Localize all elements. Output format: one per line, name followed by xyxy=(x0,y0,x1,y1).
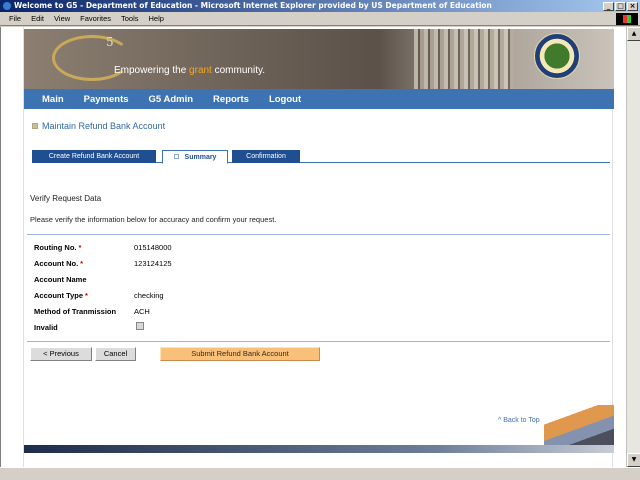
minimize-button[interactable]: _ xyxy=(603,1,614,11)
vertical-scrollbar[interactable]: ▲ ▼ xyxy=(626,27,640,467)
maximize-button[interactable]: □ xyxy=(615,1,626,11)
page-title: Maintain Refund Bank Account xyxy=(32,121,165,131)
back-to-top-link[interactable]: ^ Back to Top xyxy=(498,417,540,424)
nav-g5-admin[interactable]: G5 Admin xyxy=(149,94,194,105)
field-value: 015148000 xyxy=(134,243,172,252)
cancel-button[interactable]: Cancel xyxy=(95,347,136,361)
field-label: Account No. * xyxy=(34,259,84,268)
library-image xyxy=(414,29,514,89)
scroll-up-icon[interactable]: ▲ xyxy=(627,27,640,41)
tab-page-icon xyxy=(173,154,179,159)
verify-instructions: Please verify the information below for … xyxy=(30,215,277,224)
close-button[interactable]: × xyxy=(627,1,638,11)
divider xyxy=(27,234,610,235)
windows-logo-icon xyxy=(616,13,638,25)
ie-icon xyxy=(3,2,11,10)
tab-label: Confirmation xyxy=(246,153,286,160)
department-seal-icon xyxy=(534,33,580,79)
browser-viewport: 5 Empowering the grant community. Main P… xyxy=(0,27,626,467)
field-value: 123124125 xyxy=(134,259,172,268)
divider xyxy=(27,341,610,342)
previous-button[interactable]: < Previous xyxy=(30,347,92,361)
footer-bar xyxy=(24,445,614,453)
field-label: Invalid xyxy=(34,323,58,332)
page-content: 5 Empowering the grant community. Main P… xyxy=(23,27,614,467)
footer-decoration-image xyxy=(544,405,614,445)
tagline: Empowering the grant community. xyxy=(114,65,265,76)
status-bar xyxy=(0,467,640,480)
tagline-post: community. xyxy=(211,65,266,76)
nav-main[interactable]: Main xyxy=(42,94,64,105)
tab-label: Create Refund Bank Account xyxy=(48,153,140,160)
menu-favorites[interactable]: Favorites xyxy=(75,12,116,26)
nav-reports[interactable]: Reports xyxy=(213,94,249,105)
scroll-down-icon[interactable]: ▼ xyxy=(627,453,640,467)
field-label: Routing No. * xyxy=(34,243,82,252)
menu-bar: File Edit View Favorites Tools Help xyxy=(0,12,640,26)
tab-summary[interactable]: Summary xyxy=(162,150,228,164)
submit-refund-bank-account-button[interactable]: Submit Refund Bank Account xyxy=(160,347,320,361)
window-title-bar: Welcome to G5 - Department of Education … xyxy=(0,0,640,12)
tab-label: Summary xyxy=(184,154,217,161)
field-value: checking xyxy=(134,291,164,300)
field-label: Account Type * xyxy=(34,291,88,300)
field-label: Account Name xyxy=(34,275,87,284)
tagline-highlight: grant xyxy=(189,65,212,76)
tab-strip: Create Refund Bank Account Summary Confi… xyxy=(32,150,610,164)
bullet-icon xyxy=(32,123,38,129)
tab-confirmation[interactable]: Confirmation xyxy=(232,150,300,163)
verify-heading: Verify Request Data xyxy=(30,194,102,203)
menu-tools[interactable]: Tools xyxy=(116,12,144,26)
main-nav: Main Payments G5 Admin Reports Logout xyxy=(24,89,614,109)
menu-file[interactable]: File xyxy=(4,12,26,26)
g5-logo-sup: 5 xyxy=(106,35,114,49)
menu-view[interactable]: View xyxy=(49,12,75,26)
field-value: ACH xyxy=(134,307,150,316)
page-title-text: Maintain Refund Bank Account xyxy=(42,121,166,131)
header-banner: 5 Empowering the grant community. xyxy=(24,29,614,89)
nav-logout[interactable]: Logout xyxy=(269,94,301,105)
nav-payments[interactable]: Payments xyxy=(84,94,129,105)
menu-help[interactable]: Help xyxy=(144,12,169,26)
tagline-pre: Empowering the xyxy=(114,65,190,76)
invalid-checkbox[interactable] xyxy=(136,322,144,330)
window-title: Welcome to G5 - Department of Education … xyxy=(14,1,492,10)
menu-edit[interactable]: Edit xyxy=(26,12,49,26)
tab-create-refund-bank-account[interactable]: Create Refund Bank Account xyxy=(32,150,156,163)
field-label: Method of Tranmission xyxy=(34,307,117,316)
